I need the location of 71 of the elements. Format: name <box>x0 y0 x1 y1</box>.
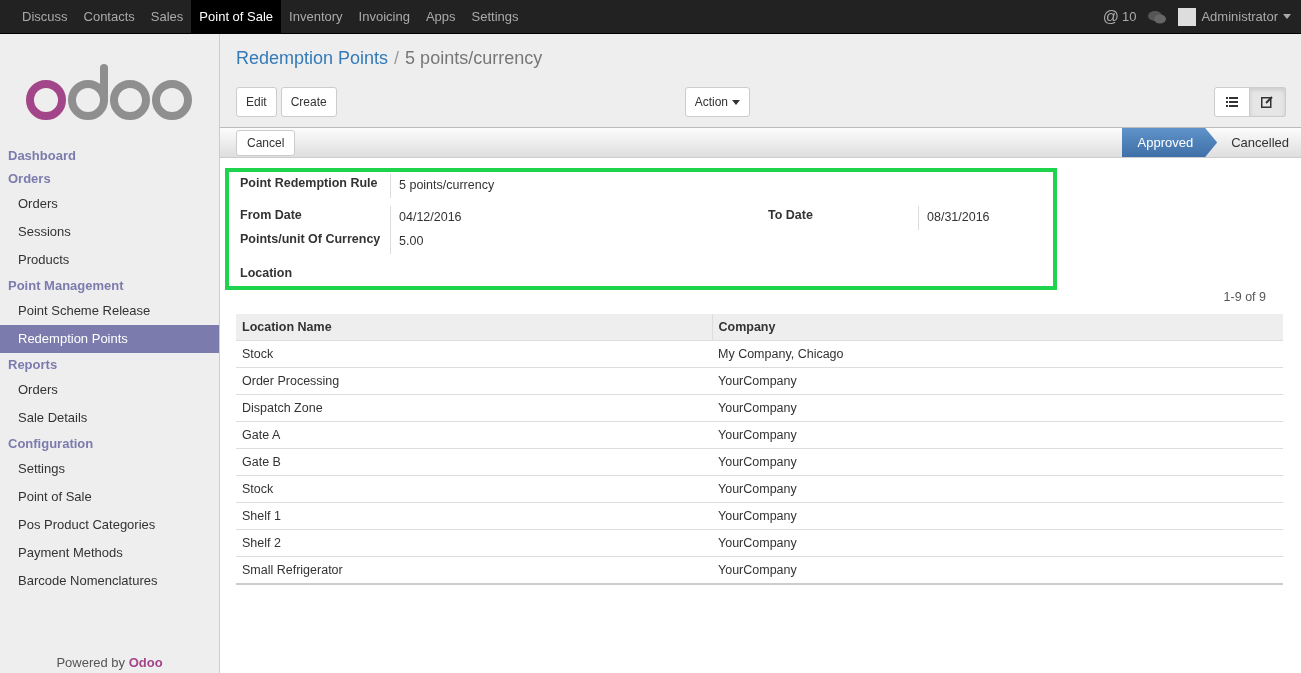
list-icon <box>1226 97 1238 107</box>
pager-text: 1-9 of 9 <box>1223 290 1266 304</box>
table-cell: YourCompany <box>712 448 1283 476</box>
action-dropdown[interactable]: Action <box>684 87 751 117</box>
sidebar-item[interactable]: Redemption Points <box>0 325 219 353</box>
edit-icon <box>1261 96 1274 108</box>
top-menu-item[interactable]: Sales <box>142 0 192 33</box>
field-label: Location <box>240 265 294 282</box>
table-cell: Shelf 2 <box>236 529 712 557</box>
table-cell: Stock <box>236 340 712 368</box>
top-menu-item[interactable]: Invoicing <box>350 0 418 33</box>
powered-by-text: Powered by Odoo <box>55 655 164 672</box>
mentions-counter[interactable]: @ 10 <box>1102 7 1137 26</box>
breadcrumb-separator: / <box>394 47 400 69</box>
top-menu-item[interactable]: Settings <box>463 0 527 33</box>
sidebar-item[interactable]: Products <box>0 246 219 274</box>
toolbar-button[interactable]: Create <box>280 87 337 117</box>
top-menu-item[interactable]: Apps <box>417 0 464 33</box>
view-switch-button[interactable] <box>1250 87 1286 117</box>
sidebar-item[interactable]: Sessions <box>0 218 219 246</box>
sidebar-item[interactable]: Orders <box>0 376 219 404</box>
toolbar-button[interactable]: Edit <box>236 87 277 117</box>
sidebar-item[interactable]: Point of Sale <box>0 483 219 511</box>
table-cell: Shelf 1 <box>236 502 712 530</box>
table-cell: YourCompany <box>712 394 1283 422</box>
table-cell: Stock <box>236 475 712 503</box>
sidebar-item[interactable]: Sale Details <box>0 404 219 432</box>
field-value: 5 points/currency <box>390 174 1042 198</box>
table-cell: YourCompany <box>712 529 1283 557</box>
field-label: From Date <box>240 207 303 224</box>
field-value: 5.00 <box>390 230 768 254</box>
field-value: 04/12/2016 <box>390 206 768 230</box>
table-cell: Dispatch Zone <box>236 394 712 422</box>
chat-icon[interactable] <box>1148 9 1167 24</box>
top-menu-item[interactable]: Point of Sale <box>191 0 282 33</box>
field-value: 08/31/2016 <box>918 206 1042 230</box>
top-menu-item[interactable]: Discuss <box>14 0 76 33</box>
sidebar-item[interactable]: Payment Methods <box>0 539 219 567</box>
top-menu-item[interactable]: Inventory <box>281 0 351 33</box>
user-menu[interactable]: Administrator <box>1178 7 1291 26</box>
table-cell: YourCompany <box>712 475 1283 503</box>
sidebar-section-title[interactable]: Orders <box>0 167 219 190</box>
table-cell: Gate B <box>236 448 712 476</box>
sidebar-item[interactable]: Settings <box>0 455 219 483</box>
column-header[interactable]: Company <box>712 314 1283 341</box>
field-label: Point Redemption Rule <box>240 175 379 192</box>
breadcrumb-link[interactable]: Redemption Points <box>236 47 389 69</box>
field-label: To Date <box>768 207 814 224</box>
sidebar-item[interactable]: Orders <box>0 190 219 218</box>
table-cell: YourCompany <box>712 367 1283 395</box>
caret-icon <box>732 99 741 105</box>
table-cell: YourCompany <box>712 556 1283 584</box>
field-label: Points/unit Of Currency <box>240 231 382 248</box>
column-header[interactable]: Location Name <box>236 314 712 341</box>
table-cell: Gate A <box>236 421 712 449</box>
status-stage[interactable]: Approved <box>1121 128 1218 157</box>
sidebar-item[interactable]: Barcode Nomenclatures <box>0 567 219 595</box>
sidebar-item[interactable]: Point Scheme Release <box>0 297 219 325</box>
table-cell: YourCompany <box>712 421 1283 449</box>
table-cell: YourCompany <box>712 502 1283 530</box>
cancel-button[interactable]: Cancel <box>236 129 296 156</box>
status-stage[interactable]: Cancelled <box>1217 128 1301 157</box>
table-cell: Order Processing <box>236 367 712 395</box>
caret-icon <box>1283 14 1291 19</box>
breadcrumb-current: 5 points/currency <box>405 47 543 69</box>
view-switch-button[interactable] <box>1214 87 1250 117</box>
avatar-icon <box>1178 7 1197 26</box>
table-cell: Small Refrigerator <box>236 556 712 584</box>
table-cell: My Company, Chicago <box>712 340 1283 368</box>
sidebar-item[interactable]: Pos Product Categories <box>0 511 219 539</box>
top-menu-item[interactable]: Contacts <box>75 0 143 33</box>
